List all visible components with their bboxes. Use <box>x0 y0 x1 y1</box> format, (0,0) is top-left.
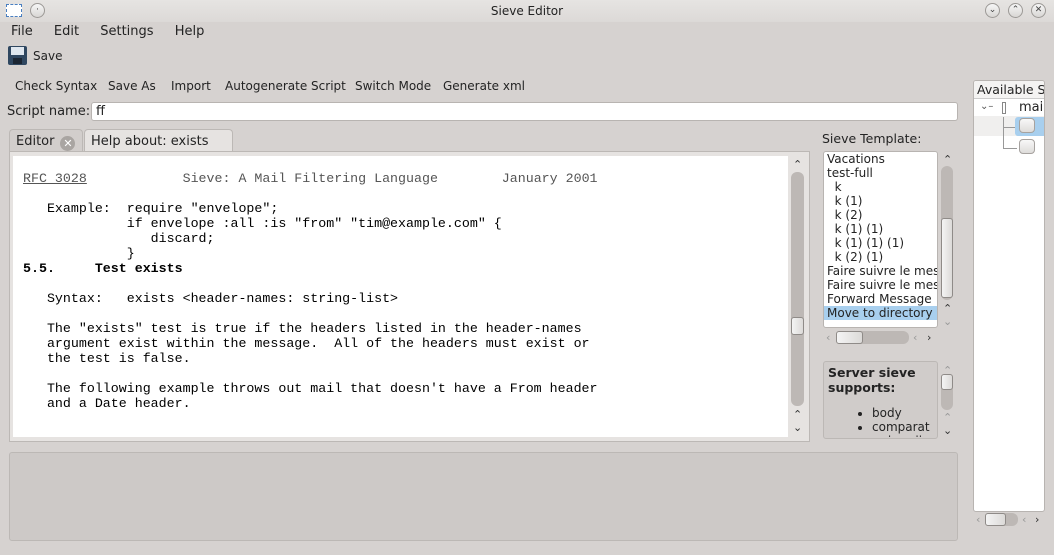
server-icon <box>1002 102 1006 114</box>
menu-settings[interactable]: Settings <box>100 24 153 39</box>
tab-label: Help about: exists <box>91 134 209 149</box>
tab-editor[interactable]: Editor ✕ <box>9 129 83 152</box>
rfc-link[interactable]: RFC 3028 <box>23 171 87 186</box>
server-supports-title: Server sieve supports: <box>828 365 916 395</box>
maximize-button[interactable]: ⌃ <box>1008 3 1023 18</box>
template-item[interactable]: Forward Message <box>824 292 937 306</box>
available-scripts-panel: Available Scripts ⌄– mail <box>973 80 1045 512</box>
title-bar: · Sieve Editor ⌄ ⌃ ✕ <box>0 0 1054 22</box>
scroll-down-icon[interactable]: ⌄ <box>943 424 952 437</box>
close-tab-icon[interactable]: ✕ <box>60 136 76 151</box>
floppy-disk-icon <box>8 46 27 65</box>
help-scrollbar[interactable] <box>791 172 804 406</box>
available-hscrollbar[interactable] <box>985 513 1018 526</box>
doc-body: Syntax: exists <header-names: string-lis… <box>46 291 598 411</box>
window-title: Sieve Editor <box>490 4 564 18</box>
server-feature: comparator-i;ascii <box>872 420 932 438</box>
scroll-up-icon[interactable]: ⌃ <box>793 158 802 171</box>
tree-root-mail[interactable]: mail <box>1019 100 1044 115</box>
scroll-left-icon[interactable]: ‹ <box>826 331 830 344</box>
template-item[interactable]: k (1) (1) <box>824 222 937 236</box>
save-as-button[interactable]: Save As <box>108 79 156 93</box>
script-checkbox[interactable] <box>1019 118 1035 133</box>
output-panel <box>9 452 958 541</box>
menu-help[interactable]: Help <box>175 24 205 39</box>
import-button[interactable]: Import <box>171 79 211 93</box>
close-window-button[interactable]: ✕ <box>1031 3 1046 18</box>
template-item[interactable]: k (2) (1) <box>824 250 937 264</box>
scroll-left-icon[interactable]: ‹ <box>1022 513 1026 526</box>
menu-bar: File Edit Settings Help <box>11 24 221 39</box>
script-name-input[interactable]: ff <box>91 102 958 121</box>
expand-arrow-icon[interactable]: ⌄– <box>980 101 993 112</box>
template-item[interactable]: k (1) <box>824 194 937 208</box>
check-syntax-button[interactable]: Check Syntax <box>15 79 97 93</box>
tab-help-exists[interactable]: Help about: exists✕ <box>84 129 233 166</box>
server-scrollbar[interactable] <box>941 374 953 410</box>
menu-file[interactable]: File <box>11 24 33 39</box>
scrollbar-thumb[interactable] <box>941 218 953 298</box>
doc-heading: 5.5. Test exists <box>23 261 183 276</box>
scrollbar-thumb[interactable] <box>836 331 863 344</box>
template-item[interactable]: Vacations <box>824 152 937 166</box>
switch-mode-button[interactable]: Switch Mode <box>355 79 431 93</box>
scroll-left-icon[interactable]: ‹ <box>913 331 917 344</box>
template-item[interactable]: k (1) (1) (1) <box>824 236 937 250</box>
help-document: RFC 3028 Sieve: A Mail Filtering Languag… <box>13 156 788 437</box>
sieve-template-label: Sieve Template: <box>822 131 922 146</box>
doc-header: Sieve: A Mail Filtering Language January… <box>86 171 598 186</box>
script-name-label: Script name: <box>7 104 91 119</box>
generate-xml-button[interactable]: Generate xml <box>443 79 525 93</box>
template-item[interactable]: Faire suivre le message <box>824 264 937 278</box>
tab-label: Editor <box>16 134 55 149</box>
script-checkbox[interactable] <box>1019 139 1035 154</box>
template-item[interactable]: k (2) <box>824 208 937 222</box>
doc-example: Example: require "envelope"; if envelope… <box>46 201 502 261</box>
autogenerate-script-button[interactable]: Autogenerate Script <box>225 79 346 93</box>
minimize-button[interactable]: ⌄ <box>985 3 1000 18</box>
server-supports-panel: Server sieve supports: body comparator-i… <box>823 361 938 439</box>
scrollbar-thumb[interactable] <box>985 513 1006 526</box>
scroll-down-icon[interactable]: ⌄ <box>793 421 802 434</box>
template-list[interactable]: Vacations test-full k k (1) k (2) k (1) (… <box>823 151 938 328</box>
save-label: Save <box>33 49 63 63</box>
scroll-down-icon[interactable]: ⌄ <box>943 315 952 328</box>
scroll-left-icon[interactable]: ‹ <box>976 513 980 526</box>
template-item[interactable]: k <box>824 180 937 194</box>
scrollbar-thumb[interactable] <box>791 317 804 335</box>
scroll-up-icon[interactable]: ⌃ <box>943 302 952 315</box>
template-scrollbar[interactable] <box>941 166 953 300</box>
scroll-up-icon[interactable]: ⌃ <box>793 408 802 421</box>
scrollbar-thumb[interactable] <box>941 374 953 390</box>
menu-edit[interactable]: Edit <box>54 24 79 39</box>
template-hscrollbar[interactable] <box>836 331 909 344</box>
scroll-up-icon[interactable]: ⌃ <box>943 411 952 424</box>
available-scripts-header[interactable]: Available Scripts <box>974 81 1044 99</box>
template-item[interactable]: Faire suivre le message <box>824 278 937 292</box>
template-item[interactable]: test-full <box>824 166 937 180</box>
scroll-right-icon[interactable]: › <box>1035 513 1039 526</box>
template-items: Vacations test-full k k (1) k (2) k (1) (… <box>824 152 937 320</box>
template-item[interactable]: Move to directory <box>824 306 937 320</box>
server-feature: body <box>872 406 933 420</box>
scroll-up-icon[interactable]: ⌃ <box>943 153 952 166</box>
scroll-right-icon[interactable]: › <box>927 331 931 344</box>
